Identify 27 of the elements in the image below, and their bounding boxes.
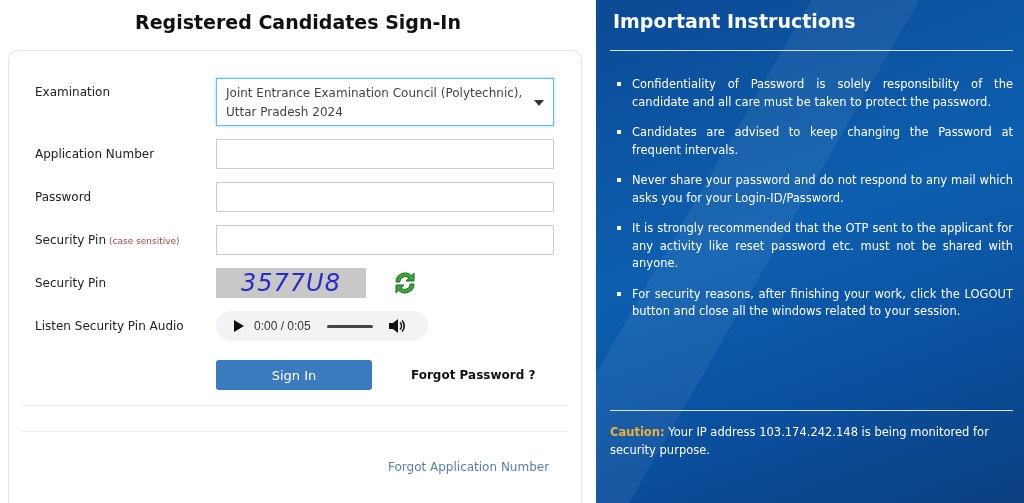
field-label: Security Pin — [35, 233, 106, 247]
hint-text: (case sensitive) — [109, 236, 180, 246]
caret-icon — [534, 100, 544, 106]
field-label: Security Pin — [35, 276, 106, 290]
field-label: Application Number — [35, 147, 155, 161]
input-field[interactable] — [216, 139, 554, 169]
instructions-title: Important Instructions — [613, 10, 857, 34]
instruction-text: Candidates are advised to keep changing the Password at frequent intervals. — [632, 124, 1013, 159]
caution-notice: Caution: Your IP address 103.174.242.148 is being monitored for security purpose. — [610, 424, 990, 459]
captcha-image: 3577U8 — [216, 268, 366, 298]
sign-in-button[interactable]: Sign In — [216, 360, 372, 390]
field-label: Password — [35, 190, 92, 204]
field-label: Listen Security Pin Audio — [35, 319, 184, 333]
instruction-text: Confidentiality of Password is solely responsibility of the candidate and all care must be taken to protect the password. — [632, 76, 1013, 111]
instruction-text: For security reasons, after finishing your work, click the LOGOUT button and close all the windows related to your session. — [632, 285, 1013, 320]
input-field[interactable] — [216, 225, 554, 255]
page-title: Registered Candidates Sign-In — [134, 11, 462, 35]
input-field[interactable] — [216, 182, 554, 212]
instruction-text: Never share your password and do not respond to any mail which asks you for your Login-ID/Password. — [632, 172, 1013, 207]
forgot-application-number-link[interactable]: Forgot Application Number — [388, 460, 550, 474]
volume-icon[interactable] — [388, 319, 405, 333]
field-label: Examination — [35, 85, 110, 99]
examination-select[interactable]: Joint Entrance Examination Council (Polytechnic), Uttar Pradesh 2024 — [216, 78, 554, 126]
audio-time: 0:00 / 0:05 — [254, 319, 311, 333]
play-icon[interactable] — [234, 320, 244, 332]
instruction-text: It is strongly recommended that the OTP sent to the applicant for any activity like reset password etc. must not be shared with anyone. — [632, 220, 1013, 272]
forgot-password-link[interactable]: Forgot Password ? — [411, 368, 536, 382]
